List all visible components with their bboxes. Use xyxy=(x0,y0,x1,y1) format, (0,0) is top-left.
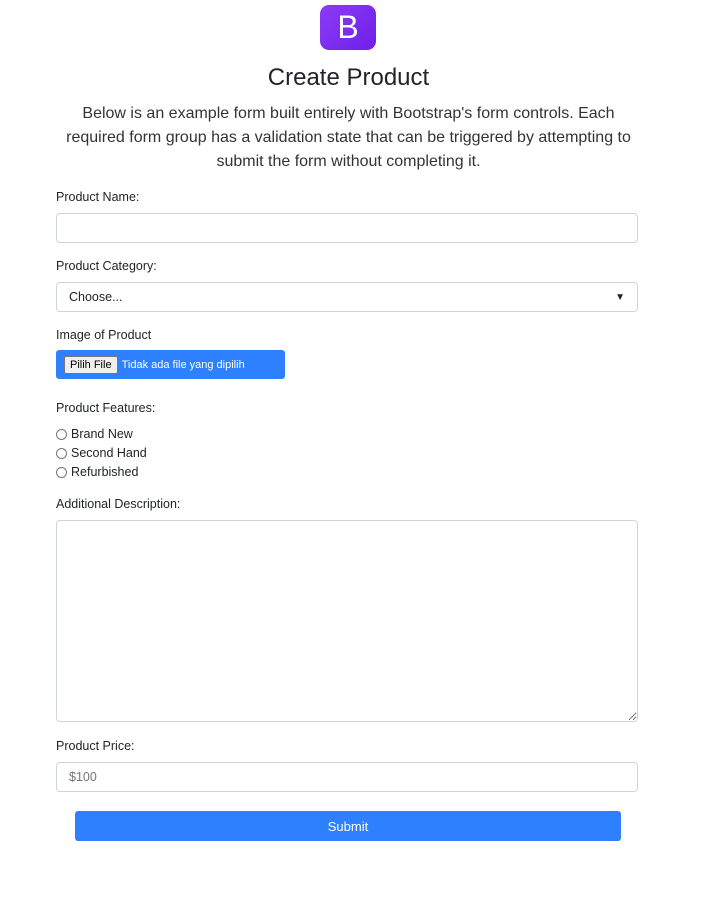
page-description: Below is an example form built entirely … xyxy=(66,105,631,170)
description-textarea[interactable] xyxy=(56,520,638,722)
file-status: Tidak ada file yang dipilih xyxy=(121,358,245,371)
product-name-label: Product Name: xyxy=(56,190,140,204)
image-label: Image of Product xyxy=(56,328,152,342)
bootstrap-logo: B xyxy=(320,5,376,50)
product-name-input[interactable] xyxy=(56,213,638,243)
description-label: Additional Description: xyxy=(56,497,181,511)
product-category-select[interactable]: Choose... ▼ xyxy=(56,282,638,312)
radio-brand-new[interactable]: Brand New xyxy=(56,427,133,441)
submit-button[interactable]: Submit xyxy=(75,811,621,841)
radio-icon[interactable] xyxy=(56,447,67,459)
price-input[interactable] xyxy=(56,762,638,792)
category-selected-value: Choose... xyxy=(69,290,123,304)
price-label: Product Price: xyxy=(56,739,135,753)
radio-label: Brand New xyxy=(71,427,133,441)
features-label: Product Features: xyxy=(56,401,156,415)
chevron-down-icon: ▼ xyxy=(615,291,625,303)
radio-label: Refurbished xyxy=(71,465,139,479)
product-category-label: Product Category: xyxy=(56,259,157,273)
radio-refurbished[interactable]: Refurbished xyxy=(56,465,138,479)
image-file-input[interactable]: Pilih File Tidak ada file yang dipilih xyxy=(56,350,285,379)
radio-icon[interactable] xyxy=(56,428,67,440)
radio-second-hand[interactable]: Second Hand xyxy=(56,446,147,460)
radio-icon[interactable] xyxy=(56,466,67,478)
choose-file-button[interactable]: Pilih File xyxy=(64,355,118,374)
page-title: Create Product xyxy=(267,64,430,91)
radio-label: Second Hand xyxy=(71,446,147,460)
